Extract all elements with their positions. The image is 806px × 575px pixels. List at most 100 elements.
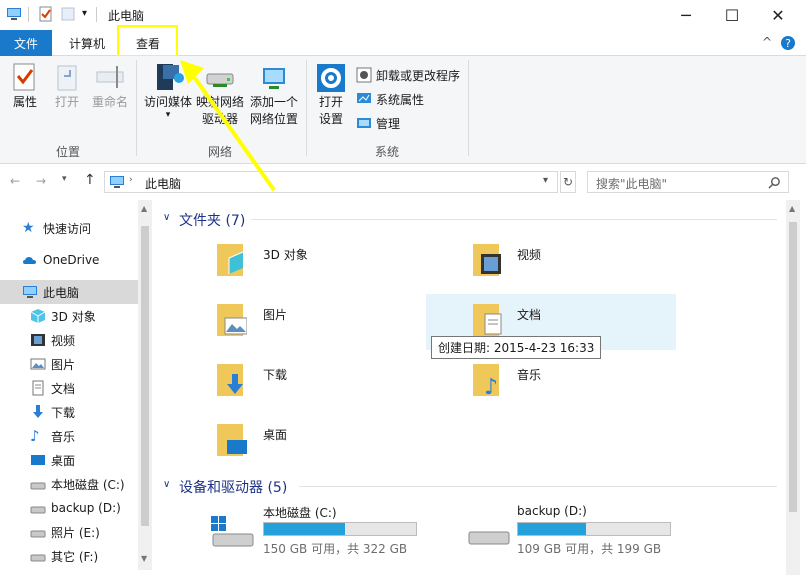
open-label: 打开 xyxy=(54,95,79,109)
forward-arrow-icon[interactable]: → xyxy=(36,174,46,188)
folder-videos[interactable]: 视频 xyxy=(471,240,681,292)
section-drives-title[interactable]: 设备和驱动器 (5) xyxy=(179,477,287,497)
tab-computer[interactable]: 计算机 xyxy=(56,30,118,56)
divider xyxy=(468,60,469,156)
svg-text:?: ? xyxy=(785,37,791,50)
uninstall-label: 卸载或更改程序 xyxy=(376,68,461,83)
uninstall-button[interactable]: 卸载或更改程序 xyxy=(356,64,460,86)
scroll-up-icon[interactable]: ▲ xyxy=(789,204,795,213)
maximize-button[interactable]: ☐ xyxy=(709,0,755,30)
nav-onedrive[interactable]: OneDrive xyxy=(0,248,138,272)
drive-usage-bar xyxy=(263,522,417,536)
nav-music[interactable]: ♪ 音乐 xyxy=(0,424,138,448)
group-label-location: 位置 xyxy=(55,145,80,159)
scroll-down-icon[interactable]: ▼ xyxy=(141,554,147,563)
system-properties-button[interactable]: 系统属性 xyxy=(356,88,424,110)
nav-label: 其它 (F:) xyxy=(51,549,99,564)
refresh-icon[interactable]: ↻ xyxy=(560,171,576,193)
nav-drive-c[interactable]: 本地磁盘 (C:) xyxy=(0,472,138,496)
scroll-up-icon[interactable]: ▲ xyxy=(141,204,147,213)
nav-quick-access[interactable]: ★ 快速访问 xyxy=(0,216,138,240)
open-settings-button[interactable]: 打开 设置 xyxy=(312,62,350,128)
drive-d[interactable]: backup (D:) 109 GB 可用，共 199 GB xyxy=(467,502,677,558)
tab-file[interactable]: 文件 xyxy=(0,30,52,56)
recent-dropdown-icon[interactable]: ▾ xyxy=(62,174,67,184)
ribbon-tabs: 文件 计算机 查看 ^ ? xyxy=(0,25,806,57)
close-button[interactable]: ✕ xyxy=(755,0,801,30)
drive-free-text: 109 GB 可用，共 199 GB xyxy=(517,542,662,556)
nav-desktop[interactable]: 桌面 xyxy=(0,448,138,472)
content-pane: ∨ 文件夹 (7) 3D 对象 视频 图片 文档 创建日期: 2015-4-23… xyxy=(157,200,800,575)
nav-downloads[interactable]: 下载 xyxy=(0,400,138,424)
scroll-thumb[interactable] xyxy=(141,226,149,526)
minimize-button[interactable]: ─ xyxy=(663,0,709,30)
nav-drive-f[interactable]: 其它 (F:) xyxy=(0,544,138,568)
rename-button[interactable]: 重命名 xyxy=(88,62,132,111)
properties-icon xyxy=(13,63,35,91)
properties-label: 属性 xyxy=(12,95,37,109)
folder-icon: ♪ xyxy=(473,364,499,400)
folder-pictures[interactable]: 图片 xyxy=(215,300,425,352)
nav-label: backup (D:) xyxy=(51,501,121,515)
drive-usage-fill xyxy=(518,523,587,535)
qa-dropdown-icon[interactable]: ▾ xyxy=(82,8,87,19)
divider xyxy=(251,219,777,220)
open-settings-label-line1: 打开 xyxy=(318,95,343,109)
nav-drive-d[interactable]: backup (D:) xyxy=(0,496,138,520)
open-button[interactable]: 打开 xyxy=(48,62,86,111)
nav-pictures[interactable]: 图片 xyxy=(0,352,138,376)
drive-icon xyxy=(30,554,46,562)
folder-music[interactable]: ♪ 音乐 xyxy=(471,360,681,412)
manage-button[interactable]: 管理 xyxy=(356,112,400,134)
search-input[interactable]: 搜索"此电脑" xyxy=(587,171,789,193)
folder-label: 音乐 xyxy=(517,368,542,382)
collapse-chevron-icon[interactable]: ∨ xyxy=(163,479,170,490)
system-properties-label: 系统属性 xyxy=(376,92,425,107)
music-note-icon: ♪ xyxy=(30,427,40,445)
up-arrow-icon[interactable]: ↑ xyxy=(84,172,96,188)
nav-3d-objects[interactable]: 3D 对象 xyxy=(0,304,138,328)
scroll-thumb[interactable] xyxy=(789,222,797,512)
drive-icon xyxy=(30,482,46,490)
document-icon xyxy=(32,380,44,396)
search-placeholder: 搜索"此电脑" xyxy=(596,177,668,191)
folder-3d-objects[interactable]: 3D 对象 xyxy=(215,240,425,292)
nav-documents[interactable]: 文档 xyxy=(0,376,138,400)
folder-label: 文档 xyxy=(517,308,542,322)
section-folders-title[interactable]: 文件夹 (7) xyxy=(179,210,245,230)
drive-usage-fill xyxy=(264,523,346,535)
drive-icon xyxy=(30,506,46,514)
collapse-ribbon-icon[interactable]: ^ xyxy=(762,35,772,49)
collapse-chevron-icon[interactable]: ∨ xyxy=(163,212,170,223)
properties-button[interactable]: 属性 xyxy=(6,62,44,111)
breadcrumb-chevron-icon[interactable]: › xyxy=(129,175,133,185)
nav-label: 视频 xyxy=(51,333,76,348)
navigation-pane: ★ 快速访问 OneDrive 此电脑 3D 对象 视频 图片 文档 下载 ♪ … xyxy=(0,200,155,575)
drive-c[interactable]: 本地磁盘 (C:) 150 GB 可用，共 322 GB xyxy=(211,502,421,558)
folder-label: 3D 对象 xyxy=(263,248,308,262)
system-properties-icon xyxy=(357,93,371,103)
divider xyxy=(306,60,307,156)
annotation-arrow xyxy=(180,60,276,192)
drive-icon xyxy=(211,516,254,547)
nav-scrollbar[interactable]: ▲ ▼ xyxy=(138,200,152,570)
nav-videos[interactable]: 视频 xyxy=(0,328,138,352)
drive-usage-bar xyxy=(517,522,671,536)
content-scrollbar[interactable]: ▲ xyxy=(786,200,800,575)
back-arrow-icon[interactable]: ← xyxy=(10,174,20,188)
nav-drive-e[interactable]: 照片 (E:) xyxy=(0,520,138,544)
folder-downloads[interactable]: 下载 xyxy=(215,360,425,412)
new-folder-qa-icon[interactable] xyxy=(60,6,76,22)
drive-name: 本地磁盘 (C:) xyxy=(263,506,337,520)
folder-icon xyxy=(217,244,244,276)
ribbon: 属性 打开 重命名 位置 访问媒体 ▾ 映射网络 驱动器 添加一个 网络位置 网… xyxy=(0,56,806,164)
address-dropdown-icon[interactable]: ▾ xyxy=(543,175,548,186)
help-icon[interactable]: ? xyxy=(780,35,796,51)
divider xyxy=(136,60,137,156)
folder-desktop[interactable]: 桌面 xyxy=(215,420,425,472)
nav-label: 下载 xyxy=(51,405,76,420)
manage-icon xyxy=(357,118,371,128)
properties-qa-icon[interactable] xyxy=(38,6,54,22)
manage-label: 管理 xyxy=(376,116,401,131)
nav-this-pc[interactable]: 此电脑 xyxy=(0,280,138,304)
